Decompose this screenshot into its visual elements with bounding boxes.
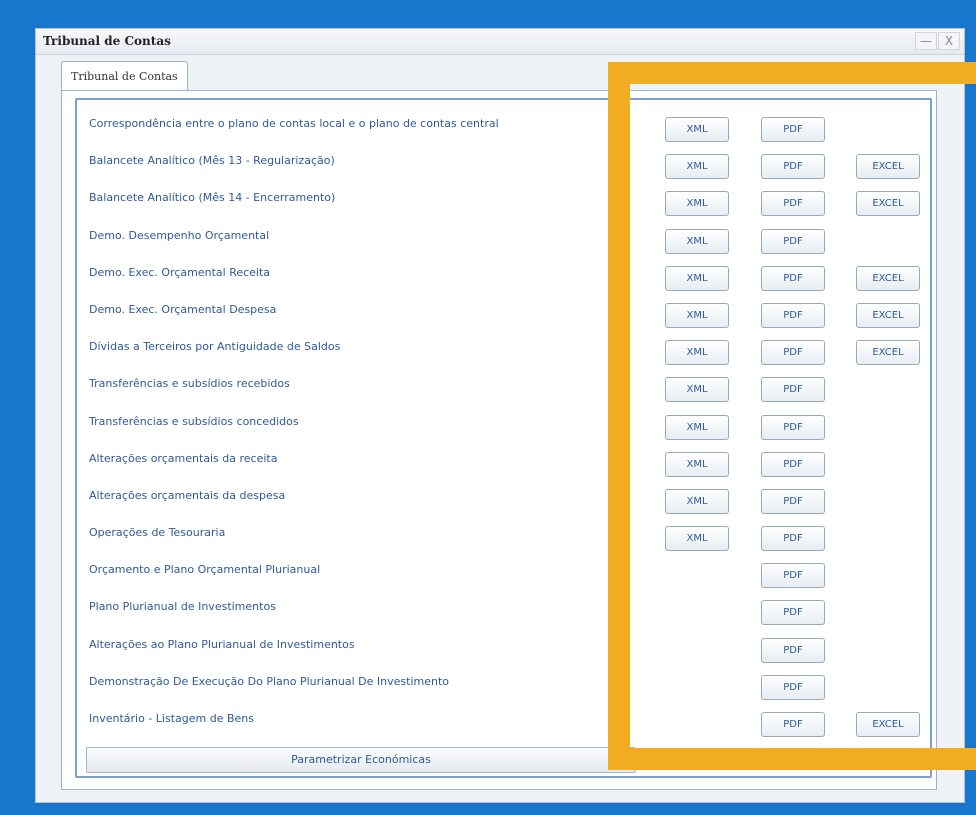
- xml-button[interactable]: XML: [665, 302, 729, 328]
- report-row: Alterações ao Plano Plurianual de Invest…: [77, 634, 930, 671]
- xml-button[interactable]: XML: [665, 526, 729, 552]
- report-label: Correspondência entre o plano de contas …: [89, 117, 499, 130]
- report-row: Demonstração De Execução Do Plano Pluria…: [77, 671, 930, 708]
- excel-button[interactable]: EXCEL: [856, 712, 920, 737]
- xml-button[interactable]: XML: [665, 488, 729, 514]
- report-row: Alterações orçamentais da receita XML PDF: [77, 448, 930, 485]
- report-row: Transferências e subsídios concedidos XML…: [77, 411, 930, 448]
- report-label: Demonstração De Execução Do Plano Pluria…: [89, 674, 450, 688]
- excel-button[interactable]: EXCEL: [856, 302, 920, 328]
- excel-button[interactable]: EXCEL: [856, 265, 920, 291]
- xml-button[interactable]: XML: [665, 154, 729, 180]
- pdf-button[interactable]: PDF: [761, 191, 825, 217]
- pdf-button[interactable]: PDF: [761, 451, 825, 477]
- report-row: Correspondência entre o plano de contas …: [77, 113, 930, 150]
- xml-button[interactable]: XML: [665, 228, 729, 254]
- report-row: Demo. Exec. Orçamental Receita XML PDF EXCE…: [77, 262, 930, 299]
- report-row: Balancete Analítico (Mês 14 - Encerramen…: [77, 187, 930, 224]
- xml-button[interactable]: XML: [665, 451, 729, 477]
- close-icon[interactable]: X: [938, 32, 960, 50]
- report-label: Plano Plurianual de Investimentos: [89, 600, 276, 614]
- report-label: Demo. Desempenho Orçamental: [89, 228, 270, 242]
- pdf-button[interactable]: PDF: [761, 340, 825, 366]
- excel-button[interactable]: EXCEL: [856, 191, 920, 217]
- parametrizar-economicas-button[interactable]: Parametrizar Económicas: [86, 747, 636, 773]
- pdf-button[interactable]: PDF: [761, 302, 825, 328]
- xml-button[interactable]: XML: [665, 191, 729, 217]
- report-label: Dívidas a Terceiros por Antiguidade de S…: [89, 340, 341, 354]
- report-row: Operações de Tesouraria XML PDF: [77, 522, 930, 559]
- report-row: Demo. Exec. Orçamental Despesa XML PDF EXCE…: [77, 299, 930, 336]
- report-label: Balancete Analítico (Mês 14 - Encerramen…: [89, 191, 336, 205]
- report-label: Inventário - Listagem de Bens: [89, 712, 254, 725]
- title-bar: Tribunal de Contas — X: [36, 29, 964, 55]
- pdf-button[interactable]: PDF: [761, 563, 825, 589]
- report-label: Demo. Exec. Orçamental Receita: [89, 265, 271, 279]
- report-label: Alterações orçamentais da receita: [89, 451, 278, 465]
- report-list: Correspondência entre o plano de contas …: [77, 113, 930, 745]
- tribunal-window: Tribunal de Contas — X Tribunal de Conta…: [35, 28, 965, 803]
- report-row: Plano Plurianual de Investimentos PDF: [77, 596, 930, 633]
- report-label: Balancete Analítico (Mês 13 - Regulariza…: [89, 154, 335, 168]
- reports-box: Correspondência entre o plano de contas …: [75, 98, 932, 778]
- window-title: Tribunal de Contas: [43, 34, 171, 48]
- pdf-button[interactable]: PDF: [761, 712, 825, 737]
- pdf-button[interactable]: PDF: [761, 674, 825, 700]
- pdf-button[interactable]: PDF: [761, 154, 825, 180]
- report-row: Dívidas a Terceiros por Antiguidade de S…: [77, 336, 930, 373]
- pdf-button[interactable]: PDF: [761, 488, 825, 514]
- report-row: Alterações orçamentais da despesa XML PDF: [77, 485, 930, 522]
- pdf-button[interactable]: PDF: [761, 377, 825, 403]
- xml-button[interactable]: XML: [665, 117, 729, 142]
- xml-button[interactable]: XML: [665, 377, 729, 403]
- minimize-icon[interactable]: —: [915, 32, 937, 50]
- report-row: Inventário - Listagem de Bens PDF EXCEL: [77, 708, 930, 745]
- report-label: Transferências e subsídios concedidos: [89, 414, 299, 428]
- pdf-button[interactable]: PDF: [761, 265, 825, 291]
- report-label: Demo. Exec. Orçamental Despesa: [89, 302, 277, 316]
- pdf-button[interactable]: PDF: [761, 414, 825, 440]
- xml-button[interactable]: XML: [665, 414, 729, 440]
- report-row: Transferências e subsídios recebidos XML P…: [77, 373, 930, 410]
- report-row: Orçamento e Plano Orçamental Plurianual P…: [77, 559, 930, 596]
- pdf-button[interactable]: PDF: [761, 526, 825, 552]
- pdf-button[interactable]: PDF: [761, 600, 825, 626]
- excel-button[interactable]: EXCEL: [856, 154, 920, 180]
- report-label: Transferências e subsídios recebidos: [89, 377, 290, 391]
- report-label: Alterações orçamentais da despesa: [89, 488, 286, 502]
- report-label: Operações de Tesouraria: [89, 526, 226, 540]
- xml-button[interactable]: XML: [665, 265, 729, 291]
- xml-button[interactable]: XML: [665, 340, 729, 366]
- pdf-button[interactable]: PDF: [761, 228, 825, 254]
- excel-button[interactable]: EXCEL: [856, 340, 920, 366]
- pdf-button[interactable]: PDF: [761, 637, 825, 663]
- report-row: Demo. Desempenho Orçamental XML PDF: [77, 225, 930, 262]
- tab-panel: Correspondência entre o plano de contas …: [61, 90, 937, 790]
- report-row: Balancete Analítico (Mês 13 - Regulariza…: [77, 150, 930, 187]
- pdf-button[interactable]: PDF: [761, 117, 825, 142]
- tab-tribunal-de-contas[interactable]: Tribunal de Contas: [61, 61, 188, 91]
- report-label: Alterações ao Plano Plurianual de Invest…: [89, 637, 355, 651]
- report-label: Orçamento e Plano Orçamental Plurianual: [89, 563, 321, 577]
